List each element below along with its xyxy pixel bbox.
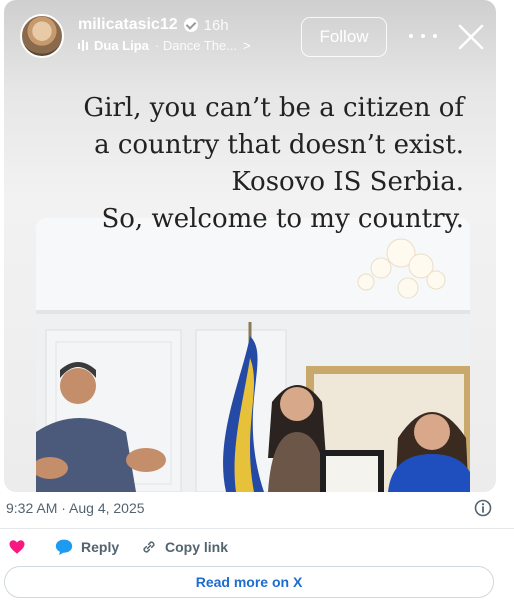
story-photo <box>36 218 470 492</box>
music-track: · Dance The... <box>154 38 238 53</box>
story-header: milicatasic12 16h Dua Lipa · Dance The..… <box>4 0 496 70</box>
divider <box>0 528 514 529</box>
caption-line: Girl, you can’t be a citizen of <box>83 93 464 123</box>
caption-line: Kosovo IS Serbia. <box>231 167 464 197</box>
story-card: milicatasic12 16h Dua Lipa · Dance The..… <box>4 0 496 492</box>
story-username-row[interactable]: milicatasic12 16h <box>78 16 229 34</box>
reply-button[interactable]: Reply <box>54 538 119 556</box>
reply-bubble-icon <box>55 539 73 556</box>
link-icon <box>143 541 155 553</box>
info-icon[interactable] <box>474 499 492 517</box>
verified-badge-icon <box>183 18 198 32</box>
more-dots-icon[interactable] <box>409 26 437 46</box>
story-username[interactable]: milicatasic12 <box>78 16 178 34</box>
copy-link-button[interactable]: Copy link <box>140 538 228 556</box>
follow-button[interactable]: Follow <box>301 17 387 57</box>
close-icon[interactable] <box>456 22 486 52</box>
copy-link-label: Copy link <box>165 539 229 555</box>
like-button[interactable] <box>8 538 26 556</box>
tweet-timestamp[interactable]: 9:32 AM · Aug 4, 2025 <box>6 500 145 516</box>
reply-label: Reply <box>81 539 120 555</box>
caption-line: So, welcome to my country. <box>101 204 464 234</box>
chevron-right-icon: > <box>243 38 251 53</box>
heart-icon <box>9 540 25 554</box>
story-time: 16h <box>203 16 229 34</box>
story-caption: Girl, you can’t be a citizen of a countr… <box>34 90 464 238</box>
avatar[interactable] <box>20 14 64 58</box>
music-artist: Dua Lipa <box>94 38 149 53</box>
photo-scene <box>36 218 470 492</box>
music-row[interactable]: Dua Lipa · Dance The... > <box>78 38 251 53</box>
caption-line: a country that doesn’t exist. <box>94 130 464 160</box>
read-more-button[interactable]: Read more on X <box>4 566 494 598</box>
music-bars-icon <box>78 40 88 52</box>
